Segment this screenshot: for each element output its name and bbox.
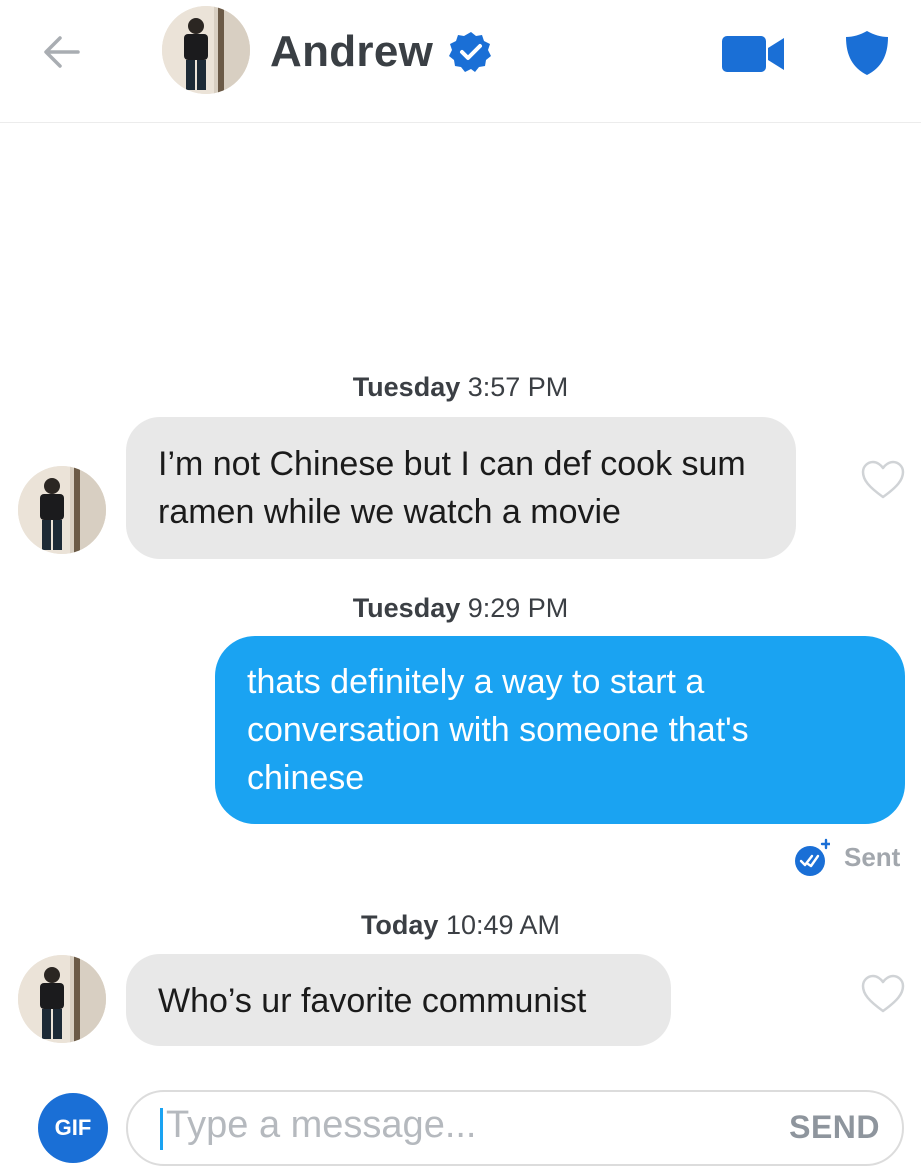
gif-button[interactable]: GIF <box>38 1093 108 1163</box>
message-input[interactable]: Type a message... SEND <box>126 1090 904 1166</box>
sender-avatar[interactable] <box>18 955 106 1043</box>
send-button[interactable]: SEND <box>789 1109 880 1146</box>
incoming-message-bubble[interactable]: Who’s ur favorite communist <box>126 954 671 1046</box>
profile-avatar[interactable] <box>162 6 250 94</box>
timestamp-day: Today <box>360 910 439 940</box>
message-placeholder: Type a message... <box>166 1104 477 1146</box>
read-receipt-icon <box>795 838 830 876</box>
shield-icon[interactable] <box>845 30 889 76</box>
timestamp-day: Tuesday <box>352 372 461 402</box>
heart-icon[interactable] <box>861 460 905 500</box>
timestamp: Tuesday 9:29 PM <box>0 593 921 624</box>
timestamp-time: 10:49 AM <box>445 910 561 940</box>
video-camera-icon[interactable] <box>722 34 786 74</box>
text-caret <box>160 1108 163 1150</box>
outgoing-message-bubble[interactable]: thats definitely a way to start a conver… <box>215 636 905 824</box>
incoming-message-bubble[interactable]: I’m not Chinese but I can def cook sum r… <box>126 417 796 559</box>
timestamp-time: 3:57 PM <box>467 372 569 402</box>
contact-name[interactable]: Andrew <box>270 27 433 77</box>
sent-status: Sent <box>794 834 900 880</box>
timestamp-time: 9:29 PM <box>467 593 569 623</box>
verified-badge-icon <box>449 32 492 72</box>
sender-avatar[interactable] <box>18 466 106 554</box>
timestamp: Today 10:49 AM <box>0 910 921 941</box>
sent-label: Sent <box>844 841 901 872</box>
heart-icon[interactable] <box>861 974 905 1014</box>
timestamp: Tuesday 3:57 PM <box>0 372 921 403</box>
chat-header: Andrew <box>0 0 921 123</box>
timestamp-day: Tuesday <box>352 593 461 623</box>
back-arrow-icon[interactable] <box>40 30 84 74</box>
